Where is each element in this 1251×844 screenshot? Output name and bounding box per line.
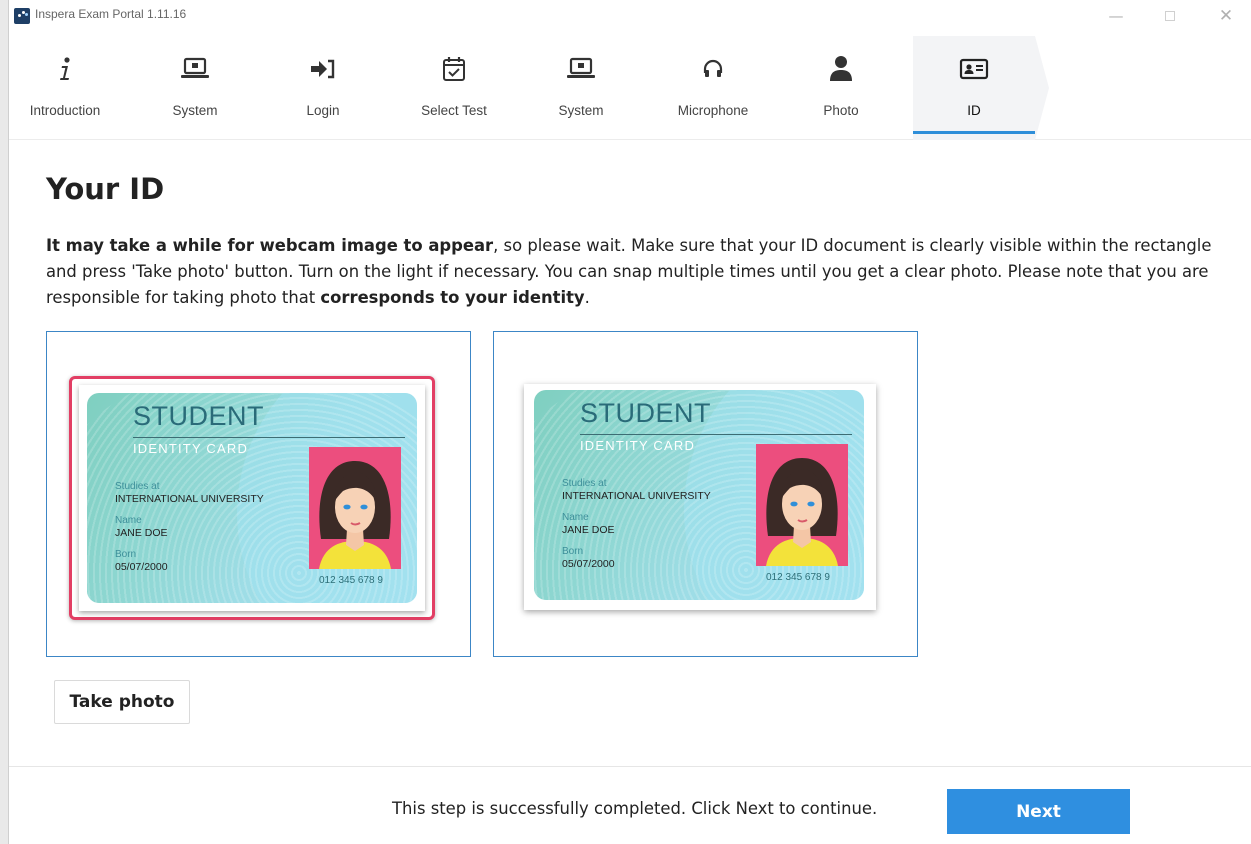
card-name-value: JANE DOE [115, 527, 168, 539]
window-title: Inspera Exam Portal 1.11.16 [35, 7, 187, 21]
step-id[interactable]: ID [913, 36, 1035, 140]
card-studies-value: INTERNATIONAL UNIVERSITY [562, 490, 711, 502]
card-born-label: Born [562, 546, 584, 557]
step-photo[interactable]: Photo [777, 36, 905, 140]
laptop-icon [180, 52, 210, 86]
step-introduction[interactable]: Introduction [9, 36, 121, 140]
close-icon[interactable]: ✕ [1213, 4, 1239, 28]
app-window: Inspera Exam Portal 1.11.16 — ✕ Introduc… [8, 0, 1251, 844]
step-label: Microphone [677, 103, 749, 118]
captured-id-card: STUDENT IDENTITY CARD Studies at INTERNA… [524, 384, 876, 610]
instructions-text: It may take a while for webcam image to … [46, 233, 1226, 311]
step-label: System [172, 103, 218, 118]
card-studies-label: Studies at [562, 478, 607, 489]
card-born-value: 05/07/2000 [115, 561, 168, 573]
step-chevron [1035, 36, 1049, 140]
id-card-icon [959, 52, 989, 86]
instructions-bold-1: It may take a while for webcam image to … [46, 236, 494, 255]
step-system[interactable]: System [131, 36, 259, 140]
card-portrait [756, 444, 848, 566]
card-title: STUDENT [133, 401, 264, 431]
id-guide-rectangle: STUDENT IDENTITY CARD Studies at INTERNA… [69, 376, 435, 620]
card-name-label: Name [115, 515, 142, 526]
card-name-label: Name [562, 512, 589, 523]
step-label: Select Test [421, 103, 487, 118]
instructions-bold-2: corresponds to your identity [320, 288, 585, 307]
card-subtitle: IDENTITY CARD [580, 438, 696, 453]
step-navigation: Introduction System Login Select Test Sy… [9, 36, 1251, 140]
user-icon [826, 52, 856, 86]
next-button[interactable]: Next [947, 789, 1130, 834]
headset-icon [698, 52, 728, 86]
minimize-icon[interactable]: — [1103, 4, 1129, 28]
step-system-2[interactable]: System [517, 36, 645, 140]
step-select-test[interactable]: Select Test [389, 36, 519, 140]
login-arrow-icon [308, 52, 338, 86]
take-photo-button[interactable]: Take photo [54, 680, 190, 724]
card-born-label: Born [115, 549, 137, 560]
page-title: Your ID [46, 172, 165, 206]
step-label: Login [306, 103, 340, 118]
info-icon [50, 52, 80, 86]
app-logo-icon [14, 8, 30, 24]
laptop-icon [566, 52, 596, 86]
title-bar: Inspera Exam Portal 1.11.16 — ✕ [9, 0, 1251, 34]
webcam-preview-panel: STUDENT IDENTITY CARD Studies at INTERNA… [46, 331, 471, 657]
status-message: This step is successfully completed. Cli… [392, 799, 878, 818]
card-studies-value: INTERNATIONAL UNIVERSITY [115, 493, 264, 505]
card-studies-label: Studies at [115, 481, 160, 492]
card-portrait [309, 447, 401, 569]
step-label: System [558, 103, 604, 118]
card-number: 012 345 678 9 [319, 575, 383, 586]
calendar-check-icon [439, 52, 469, 86]
student-id-card: STUDENT IDENTITY CARD Studies at INTERNA… [534, 390, 864, 600]
card-title: STUDENT [580, 398, 711, 428]
step-login[interactable]: Login [259, 36, 387, 140]
card-number: 012 345 678 9 [766, 572, 830, 583]
card-subtitle: IDENTITY CARD [133, 441, 249, 456]
step-label: Introduction [29, 103, 101, 118]
active-step-indicator [913, 131, 1035, 134]
instructions-text-2: . [584, 288, 590, 307]
maximize-icon[interactable] [1157, 4, 1183, 28]
step-label: ID [967, 103, 981, 118]
footer-bar: This step is successfully completed. Cli… [9, 766, 1251, 844]
id-card-sample: STUDENT IDENTITY CARD Studies at INTERNA… [79, 385, 425, 611]
card-born-value: 05/07/2000 [562, 558, 615, 570]
step-label: Photo [823, 103, 859, 118]
card-name-value: JANE DOE [562, 524, 615, 536]
step-microphone[interactable]: Microphone [647, 36, 779, 140]
student-id-card: STUDENT IDENTITY CARD Studies at INTERNA… [87, 393, 417, 603]
captured-photo-panel: STUDENT IDENTITY CARD Studies at INTERNA… [493, 331, 918, 657]
